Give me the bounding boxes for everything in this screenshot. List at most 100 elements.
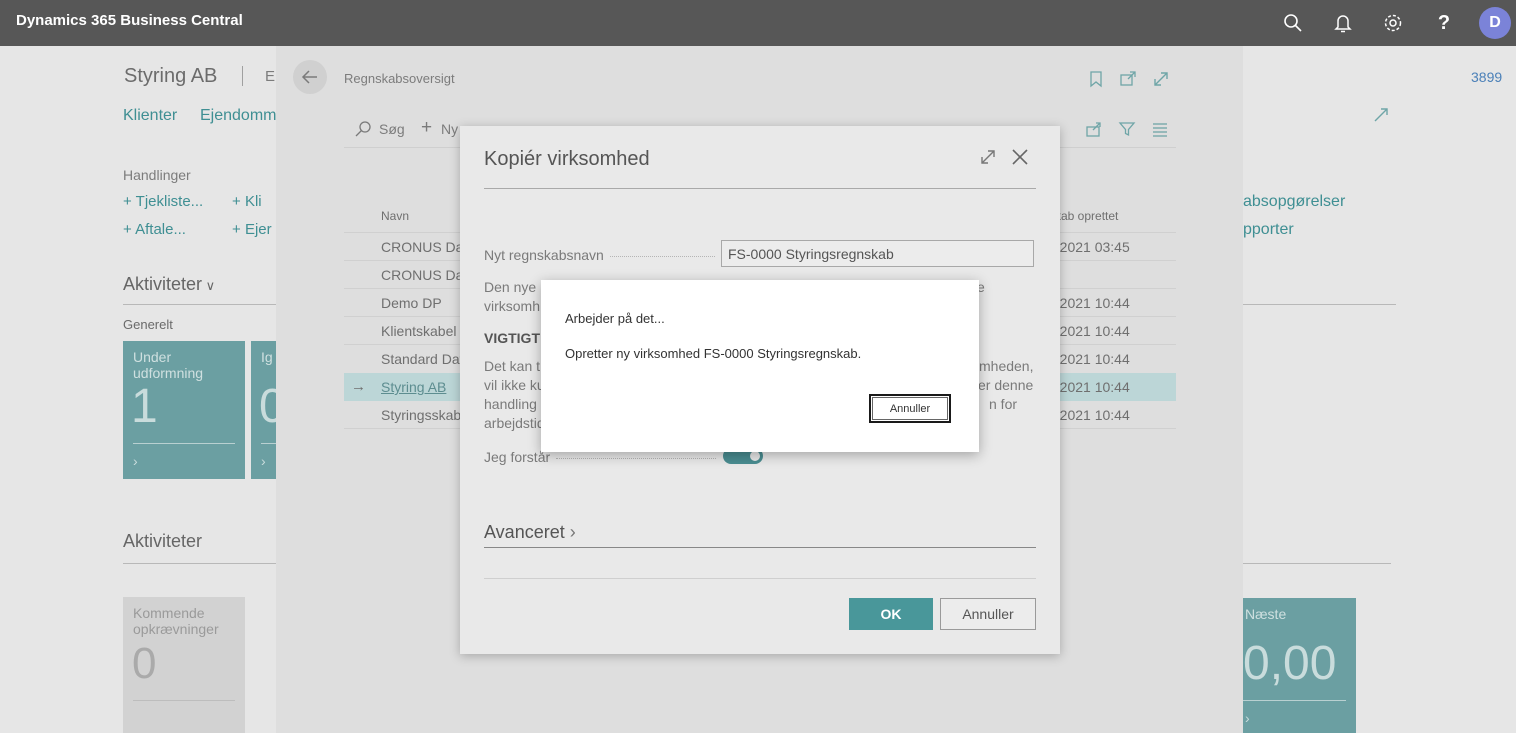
table-row-name[interactable]: Styring AB bbox=[381, 379, 446, 395]
field-dots bbox=[556, 458, 716, 460]
general-label: Generelt bbox=[123, 317, 173, 332]
warning-text: mheden, bbox=[979, 358, 1034, 374]
advanced-section-header[interactable]: Avanceret › bbox=[484, 522, 576, 543]
new-button[interactable]: Ny bbox=[441, 121, 458, 137]
activities-heading[interactable]: Aktiviteter ∨ bbox=[123, 274, 215, 295]
progress-title: Arbejder på det... bbox=[565, 311, 665, 326]
warning-text: handling bbox=[484, 396, 537, 412]
table-row-name[interactable]: Klientskabel bbox=[381, 323, 457, 339]
tile-upcoming-charges[interactable]: Kommende opkrævninger 0 bbox=[123, 597, 245, 733]
section-divider bbox=[123, 563, 276, 564]
tile-divider bbox=[133, 443, 235, 444]
title-divider bbox=[484, 188, 1036, 189]
open-new-window-icon[interactable] bbox=[1119, 70, 1137, 88]
column-header-created[interactable]: kab oprettet bbox=[1055, 209, 1118, 223]
toggle-knob bbox=[750, 451, 760, 461]
important-heading: VIGTIGT bbox=[484, 330, 540, 346]
plus-icon: + bbox=[421, 117, 433, 138]
action-client[interactable]: + Kli bbox=[232, 193, 262, 210]
section-divider bbox=[123, 304, 276, 305]
breadcrumb: Regnskabsoversigt bbox=[344, 71, 455, 86]
table-row-name[interactable]: Demo DP bbox=[381, 295, 442, 311]
warning-text: n for bbox=[989, 396, 1018, 412]
plus-icon: + bbox=[123, 193, 132, 210]
activities-heading-label: Aktiviteter bbox=[123, 274, 203, 294]
tile-today[interactable]: Ig 0 › bbox=[251, 341, 276, 479]
table-row-name[interactable]: CRONUS Dar bbox=[381, 267, 468, 283]
action-property-label: Ejer bbox=[244, 221, 272, 238]
dialog-title: Kopiér virksomhed bbox=[484, 148, 650, 170]
right-link-reports[interactable]: pporter bbox=[1243, 221, 1294, 239]
bookmark-icon[interactable] bbox=[1088, 70, 1104, 88]
company-name: Styring AB bbox=[124, 65, 218, 87]
table-row-name[interactable]: Styringsskab bbox=[381, 407, 461, 423]
close-icon[interactable] bbox=[1010, 147, 1030, 167]
warning-text: Det kan t bbox=[484, 358, 541, 374]
advanced-label: Avanceret bbox=[484, 522, 565, 542]
right-link-statements[interactable]: absopgørelser bbox=[1243, 193, 1345, 211]
chevron-right-icon: › bbox=[1245, 710, 1250, 726]
section-divider bbox=[1243, 304, 1396, 305]
warning-text: arbejdstid bbox=[484, 415, 545, 431]
action-property[interactable]: + Ejer bbox=[232, 221, 272, 238]
expand-icon[interactable] bbox=[979, 148, 997, 166]
section-divider bbox=[484, 547, 1036, 548]
tile-value: 0,00 bbox=[1243, 637, 1337, 690]
help-icon[interactable]: ? bbox=[1433, 12, 1455, 34]
search-icon[interactable] bbox=[1282, 12, 1304, 34]
tile-value: 1 bbox=[131, 380, 158, 433]
column-header-name[interactable]: Navn bbox=[381, 209, 409, 223]
footer-divider bbox=[484, 578, 1036, 579]
tile-divider bbox=[261, 443, 276, 444]
tile-divider bbox=[133, 700, 235, 701]
progress-message: Opretter ny virksomhed FS-0000 Styringsr… bbox=[565, 346, 862, 361]
row-selected-arrow-icon: → bbox=[351, 378, 366, 395]
bell-icon[interactable] bbox=[1332, 12, 1354, 34]
progress-dialog: Arbejder på det... Opretter ny virksomhe… bbox=[541, 280, 979, 452]
expand-icon[interactable] bbox=[1372, 106, 1390, 124]
ok-button[interactable]: OK bbox=[849, 598, 933, 630]
share-icon[interactable] bbox=[1085, 120, 1103, 138]
expand-icon[interactable] bbox=[1152, 70, 1170, 88]
actions-heading: Handlinger bbox=[123, 167, 191, 183]
cancel-button[interactable]: Annuller bbox=[940, 598, 1036, 630]
tile-label: Under udformning bbox=[133, 349, 204, 381]
field-dots bbox=[610, 256, 715, 258]
tile-divider bbox=[1243, 700, 1346, 701]
section-divider bbox=[1243, 563, 1391, 564]
company-suffix: E bbox=[265, 68, 276, 85]
search-icon bbox=[354, 120, 372, 138]
new-name-label: Nyt regnskabsnavn bbox=[484, 247, 604, 263]
gear-icon[interactable] bbox=[1382, 12, 1404, 34]
action-checklist[interactable]: + Tjekliste... bbox=[123, 193, 203, 210]
progress-cancel-button[interactable]: Annuller bbox=[869, 394, 951, 423]
tile-value: 0 bbox=[259, 380, 276, 433]
warning-text: vil ikke ku bbox=[484, 377, 545, 393]
tile-next[interactable]: Næste 0,00 › bbox=[1243, 598, 1356, 733]
action-agreement[interactable]: + Aftale... bbox=[123, 221, 186, 238]
warning-text: er denne bbox=[978, 377, 1034, 393]
info-text: Den nye bbox=[484, 279, 537, 295]
action-agreement-label: Aftale... bbox=[135, 221, 186, 238]
avatar[interactable]: D bbox=[1479, 7, 1511, 39]
table-row-name[interactable]: CRONUS Dar bbox=[381, 239, 468, 255]
app-title[interactable]: Dynamics 365 Business Central bbox=[16, 12, 243, 29]
table-row-created: -2021 10:44 bbox=[1055, 295, 1130, 311]
plus-icon: + bbox=[123, 221, 132, 238]
filter-icon[interactable] bbox=[1118, 120, 1136, 138]
search-button[interactable]: Søg bbox=[379, 121, 405, 137]
back-button[interactable] bbox=[293, 60, 327, 94]
chevron-right-icon: › bbox=[261, 453, 266, 469]
table-row-name[interactable]: Standard Dat bbox=[381, 351, 464, 367]
tile-under-construction[interactable]: Under udformning 1 › bbox=[123, 341, 245, 479]
activities-heading-2: Aktiviteter bbox=[123, 531, 203, 551]
new-company-name-input[interactable] bbox=[721, 240, 1034, 267]
nav-clients-link[interactable]: Klienter bbox=[123, 107, 177, 125]
table-row-created: -2021 10:44 bbox=[1055, 379, 1130, 395]
action-client-label: Kli bbox=[244, 193, 262, 210]
tile-value: 0 bbox=[132, 639, 157, 688]
list-view-icon[interactable] bbox=[1151, 120, 1169, 138]
nav-properties-link[interactable]: Ejendomm bbox=[200, 107, 276, 125]
table-row-created: -2021 10:44 bbox=[1055, 407, 1130, 423]
right-number[interactable]: 3899 bbox=[1471, 69, 1502, 85]
